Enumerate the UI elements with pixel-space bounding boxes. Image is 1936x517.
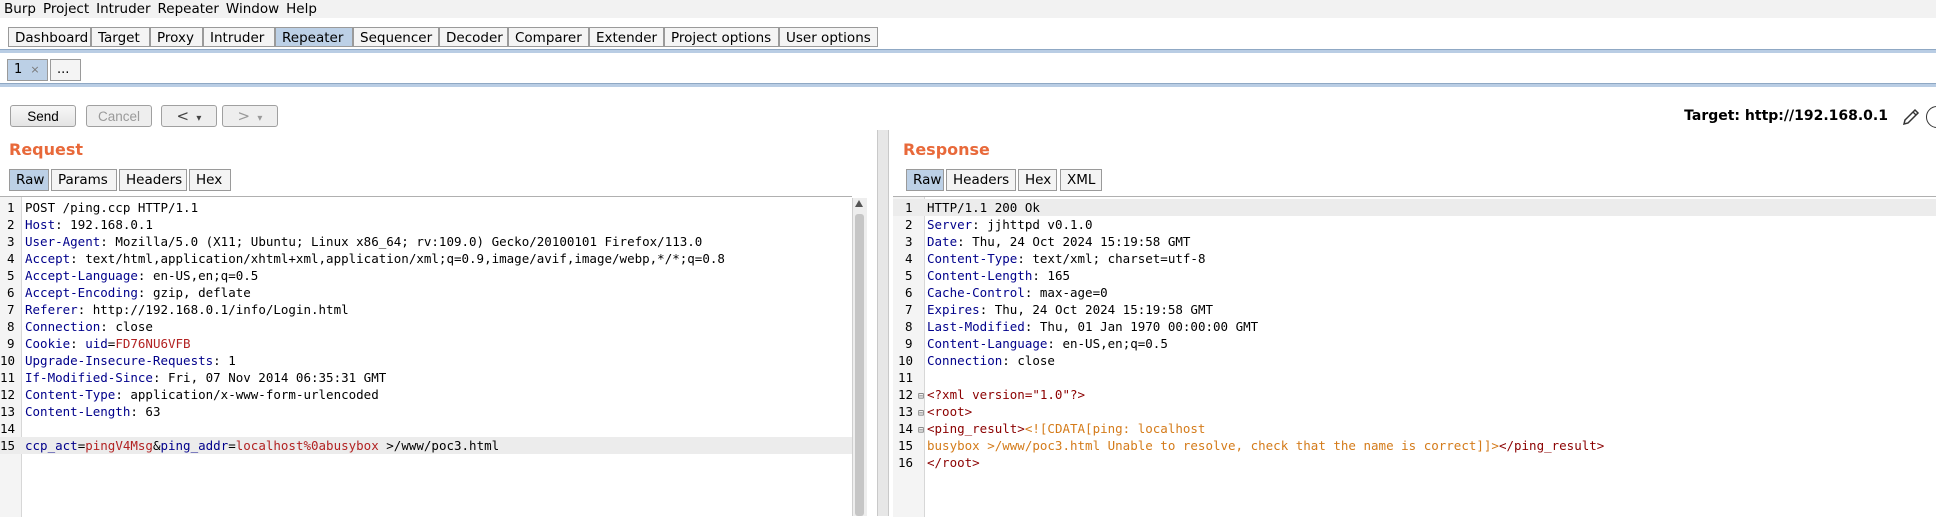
scroll-up-icon[interactable] [855, 200, 863, 207]
response-line: 15 busybox >/www/poc3.html Unable to reso… [898, 438, 1605, 453]
request-line: 9 Cookie: uid=FD76NU6VFB [7, 336, 191, 351]
repeater-tab-label: 1 [14, 62, 23, 77]
response-tab-hex[interactable]: Hex [1018, 169, 1057, 191]
pencil-icon[interactable] [1901, 107, 1921, 127]
response-line: 1 HTTP/1.1 200 Ok [893, 199, 1936, 216]
tab-sequencer[interactable]: Sequencer [353, 27, 439, 47]
menu-window[interactable]: Window [223, 0, 282, 18]
tab-proxy[interactable]: Proxy [150, 27, 203, 47]
tab-repeater[interactable]: Repeater [275, 27, 353, 47]
request-line: 14 [0, 421, 16, 436]
response-line: 4 Content-Type: text/xml; charset=utf-8 [905, 251, 1206, 266]
chevron-left-icon: < [176, 107, 190, 125]
response-line: 2 Server: jjhttpd v0.1.0 [905, 217, 1093, 232]
tab-project-options[interactable]: Project options [664, 27, 779, 47]
menu-bar: Burp Project Intruder Repeater Window Help [0, 0, 1936, 18]
chevron-right-icon: > [237, 107, 251, 125]
send-button[interactable]: Send [10, 105, 76, 127]
chevron-down-icon: ▾ [257, 113, 263, 124]
tab-user-options[interactable]: User options [779, 27, 878, 47]
response-line: 10 Connection: close [898, 353, 1055, 368]
response-tab-headers[interactable]: Headers [946, 169, 1016, 191]
response-line: 8 Last-Modified: Thu, 01 Jan 1970 00:00:0… [905, 319, 1259, 334]
tab-dashboard[interactable]: Dashboard [8, 27, 91, 47]
menu-repeater[interactable]: Repeater [155, 0, 222, 18]
pane-splitter[interactable] [877, 130, 889, 516]
forward-button[interactable]: > ▾ [222, 105, 278, 127]
request-tab-headers[interactable]: Headers [119, 169, 187, 191]
sub-tab-underline [0, 83, 1936, 87]
response-editor[interactable]: 1 HTTP/1.1 200 Ok 2 Server: jjhttpd v0.1.0… [893, 196, 1936, 517]
request-editor[interactable]: 1 POST /ping.ccp HTTP/1.1 2 Host: 192.168.… [0, 196, 852, 517]
close-icon[interactable]: × [30, 63, 39, 76]
new-tab-button[interactable]: ... [50, 59, 81, 81]
main-tab-bar: Dashboard Target Proxy Intruder Repeater… [0, 22, 1936, 52]
menu-intruder[interactable]: Intruder [93, 0, 153, 18]
response-line: 14 ⊟ <ping_result><![CDATA[ping: localhost [893, 420, 1205, 437]
request-line: 12 Content-Type: application/x-www-form-u… [0, 387, 379, 402]
response-line: 13 ⊟ <root> [893, 403, 972, 420]
menu-project[interactable]: Project [40, 0, 92, 18]
request-tab-params[interactable]: Params [51, 169, 117, 191]
cancel-button[interactable]: Cancel [86, 105, 152, 127]
response-line: 6 Cache-Control: max-age=0 [905, 285, 1108, 300]
request-line: 6 Accept-Encoding: gzip, deflate [7, 285, 251, 300]
target-label: Target: http://192.168.0.1 [1684, 108, 1888, 124]
response-tab-raw[interactable]: Raw [906, 169, 944, 191]
request-line: 5 Accept-Language: en-US,en;q=0.5 [7, 268, 259, 283]
response-line: 5 Content-Length: 165 [905, 268, 1070, 283]
repeater-tab-1[interactable]: 1 × [7, 59, 48, 81]
tab-extender[interactable]: Extender [589, 27, 664, 47]
tab-target[interactable]: Target [91, 27, 150, 47]
request-line: 2 Host: 192.168.0.1 [7, 217, 153, 232]
response-line: 9 Content-Language: en-US,en;q=0.5 [905, 336, 1168, 351]
chevron-down-icon: ▾ [196, 113, 202, 124]
response-line: 16 </root> [898, 455, 980, 470]
request-line: 13 Content-Length: 63 [0, 404, 161, 419]
response-line: 12 ⊟ <?xml version="1.0"?> [893, 386, 1085, 403]
request-line: 3 User-Agent: Mozilla/5.0 (X11; Ubuntu; L… [7, 234, 703, 249]
response-line: 3 Date: Thu, 24 Oct 2024 15:19:58 GMT [905, 234, 1191, 249]
request-line: 7 Referer: http://192.168.0.1/info/Login.… [7, 302, 349, 317]
request-tab-hex[interactable]: Hex [189, 169, 231, 191]
request-line: 10 Upgrade-Insecure-Requests: 1 [0, 353, 236, 368]
tab-intruder[interactable]: Intruder [203, 27, 275, 47]
request-tab-raw[interactable]: Raw [9, 169, 49, 191]
request-line: 4 Accept: text/html,application/xhtml+xml… [7, 251, 725, 266]
request-line-current: 15 ccp_act=pingV4Msg&ping_addr=localhost%… [0, 437, 852, 454]
request-line: 1 POST /ping.ccp HTTP/1.1 [7, 200, 199, 215]
request-line: 11 If-Modified-Since: Fri, 07 Nov 2014 06… [0, 370, 387, 385]
response-tab-xml[interactable]: XML [1060, 169, 1102, 191]
back-button[interactable]: < ▾ [161, 105, 217, 127]
menu-burp[interactable]: Burp [1, 0, 39, 18]
tab-decoder[interactable]: Decoder [439, 27, 508, 47]
response-line: 7 Expires: Thu, 24 Oct 2024 15:19:58 GMT [905, 302, 1213, 317]
response-title: Response [903, 140, 990, 159]
menu-help[interactable]: Help [283, 0, 320, 18]
tab-comparer[interactable]: Comparer [508, 27, 589, 47]
main-tab-underline [0, 49, 1936, 53]
request-scroll-thumb[interactable] [855, 214, 864, 516]
request-line: 8 Connection: close [7, 319, 153, 334]
help-icon[interactable] [1926, 106, 1936, 128]
request-title: Request [9, 140, 84, 159]
response-line: 11 [898, 370, 914, 385]
